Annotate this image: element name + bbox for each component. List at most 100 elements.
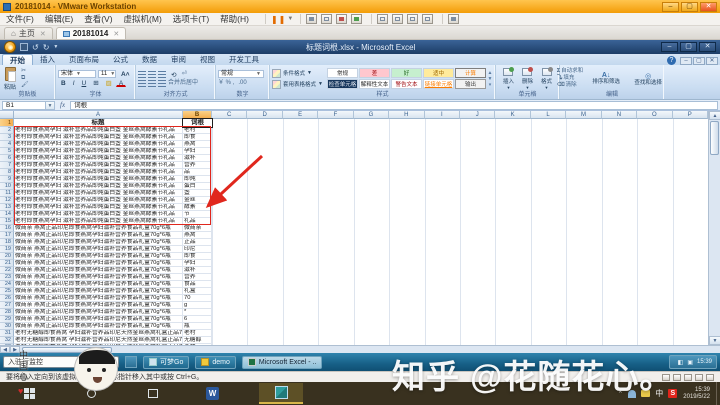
word-icon[interactable]: W: [206, 387, 219, 400]
decimal-buttons[interactable]: .00: [238, 80, 246, 87]
cell-B32[interactable]: 无糖醇: [183, 337, 212, 344]
manage-snapshots-icon[interactable]: [351, 14, 362, 24]
row-header-6[interactable]: 6: [0, 155, 14, 162]
cell-style-适中[interactable]: 适中: [423, 68, 454, 78]
copy-button[interactable]: ⧉: [21, 75, 29, 82]
name-box[interactable]: B1: [2, 101, 46, 110]
vmware-taskbar-button[interactable]: [259, 383, 303, 404]
cell-style-差[interactable]: 差: [359, 68, 390, 78]
fill-color-button[interactable]: ▨: [103, 79, 115, 87]
cell-A31[interactable]: 老村无糖醇即食燕窝 孕妇滋补营养品印尼天然金丝燕窝礼盒正品75g: [14, 330, 183, 337]
row-header-32[interactable]: 32: [0, 337, 14, 344]
cell-B22[interactable]: 滋补: [183, 267, 212, 274]
close-tab-icon[interactable]: ✕: [40, 30, 46, 38]
formula-input[interactable]: 词根: [70, 101, 718, 110]
row-header-21[interactable]: 21: [0, 260, 14, 267]
close-tab-icon[interactable]: ✕: [113, 30, 119, 38]
grow-font-button[interactable]: A˄: [118, 70, 133, 78]
row-header-29[interactable]: 29: [0, 316, 14, 323]
cell-B25[interactable]: 礼盒: [183, 288, 212, 295]
row-header-8[interactable]: 8: [0, 169, 14, 176]
excel-restore-button[interactable]: ▢: [680, 42, 697, 52]
sound-device-icon[interactable]: [695, 374, 703, 381]
font-size-combo[interactable]: 11▼: [98, 70, 116, 78]
vmware-menu-item[interactable]: 虚拟机(M): [124, 13, 162, 25]
select-all-corner[interactable]: [0, 111, 14, 119]
italic-button[interactable]: I: [70, 79, 78, 87]
row-header-11[interactable]: 11: [0, 190, 14, 197]
row-header-2[interactable]: 2: [0, 127, 14, 134]
task-view-icon[interactable]: [148, 389, 158, 398]
network-device-icon[interactable]: [684, 374, 692, 381]
font-color-button[interactable]: A: [116, 79, 126, 87]
cell-B29[interactable]: 6: [183, 316, 212, 323]
row-header-20[interactable]: 20: [0, 253, 14, 260]
office-button[interactable]: [4, 41, 16, 53]
row-header-3[interactable]: 3: [0, 134, 14, 141]
column-header-E[interactable]: E: [283, 111, 318, 119]
cell-B21[interactable]: 孕妇: [183, 260, 212, 267]
unity-mode-icon[interactable]: [422, 14, 433, 24]
cell-B28[interactable]: *: [183, 309, 212, 316]
row-header-16[interactable]: 16: [0, 225, 14, 232]
start-button[interactable]: [24, 388, 35, 399]
align-center-icon[interactable]: [148, 80, 156, 87]
vm-taskbar-button-folder[interactable]: demo: [195, 356, 236, 369]
underline-button[interactable]: U: [79, 79, 90, 87]
vertical-scroll-thumb[interactable]: [710, 121, 719, 155]
column-header-N[interactable]: N: [602, 111, 637, 119]
qat-dropdown-icon[interactable]: ▼: [53, 44, 58, 50]
row-header-22[interactable]: 22: [0, 267, 14, 274]
cell-A26[interactable]: 微商亲 燕窝正品印尼即食燕窝孕妇滋补营养食品礼盒70g*6瓶: [14, 295, 183, 302]
cells-del-button[interactable]: 删除▼: [518, 66, 537, 91]
fill-button[interactable]: ⤵填充: [557, 75, 583, 82]
free-stretch-icon[interactable]: [448, 14, 459, 24]
vmware-menu-item[interactable]: 编辑(E): [45, 13, 73, 25]
ribbon-tab-开发工具[interactable]: 开发工具: [222, 54, 266, 65]
row-header-26[interactable]: 26: [0, 295, 14, 302]
ribbon-tab-插入[interactable]: 插入: [33, 54, 62, 65]
cell-style-解释性文本[interactable]: 解释性文本: [359, 79, 390, 89]
cell-style-检查单元格[interactable]: 检查单元格: [327, 79, 358, 89]
clear-button[interactable]: ⌫清除: [557, 82, 583, 89]
find-select-button[interactable]: ◎ 查找和选择: [629, 66, 667, 91]
borders-button[interactable]: ⊞: [90, 79, 101, 87]
name-box-dropdown-icon[interactable]: ▼: [46, 101, 55, 110]
bold-button[interactable]: B: [58, 79, 69, 87]
row-header-4[interactable]: 4: [0, 141, 14, 148]
column-header-J[interactable]: J: [460, 111, 495, 119]
ribbon-tab-数据[interactable]: 数据: [135, 54, 164, 65]
column-header-D[interactable]: D: [247, 111, 282, 119]
workbook-minimize-button[interactable]: ‒: [680, 57, 692, 65]
column-header-M[interactable]: M: [566, 111, 601, 119]
column-header-C[interactable]: C: [212, 111, 247, 119]
row-header-23[interactable]: 23: [0, 274, 14, 281]
cells-ins-button[interactable]: 插入▼: [499, 66, 518, 91]
row-header-19[interactable]: 19: [0, 246, 14, 253]
excel-close-button[interactable]: ✕: [699, 42, 716, 52]
usb-device-icon[interactable]: [706, 374, 714, 381]
cell-style-警告文本[interactable]: 警告文本: [391, 79, 422, 89]
vertical-scrollbar[interactable]: ▲ ▼: [708, 111, 720, 345]
help-icon[interactable]: ?: [667, 56, 676, 65]
row-header-18[interactable]: 18: [0, 239, 14, 246]
align-top-icon[interactable]: [138, 71, 146, 78]
pause-dropdown-icon[interactable]: ▼: [287, 16, 293, 22]
cell-B31[interactable]: 老村: [183, 330, 212, 337]
vm-system-tray[interactable]: ◧ ▣ 15:39: [669, 355, 717, 369]
vm-taskbar-button-app[interactable]: 可梦Go: [143, 356, 189, 369]
cell-style-计算[interactable]: 计算: [455, 68, 486, 78]
sort-filter-button[interactable]: A↓ 排序和筛选: [587, 66, 625, 91]
row-header-9[interactable]: 9: [0, 176, 14, 183]
number-format-combo[interactable]: 常规▼: [218, 70, 264, 78]
column-header-I[interactable]: I: [425, 111, 460, 119]
cell-A24[interactable]: 微商亲 燕窝正品印尼即食燕窝孕妇滋补营养食品礼盒70g*6瓶: [14, 281, 183, 288]
vm-quicklaunch-icon[interactable]: [125, 356, 137, 368]
cell-A22[interactable]: 微商亲 燕窝正品印尼即食燕窝孕妇滋补营养食品礼盒70g*6瓶: [14, 267, 183, 274]
vmware-tab-home[interactable]: ⌂主页✕: [4, 27, 53, 39]
gallery-scroll[interactable]: ▲▼▾: [487, 66, 493, 91]
wrap-text-button[interactable]: ⏎: [181, 71, 186, 78]
ribbon-tab-开始[interactable]: 开始: [2, 54, 33, 65]
cell-B27[interactable]: g: [183, 302, 212, 309]
row-header-28[interactable]: 28: [0, 309, 14, 316]
